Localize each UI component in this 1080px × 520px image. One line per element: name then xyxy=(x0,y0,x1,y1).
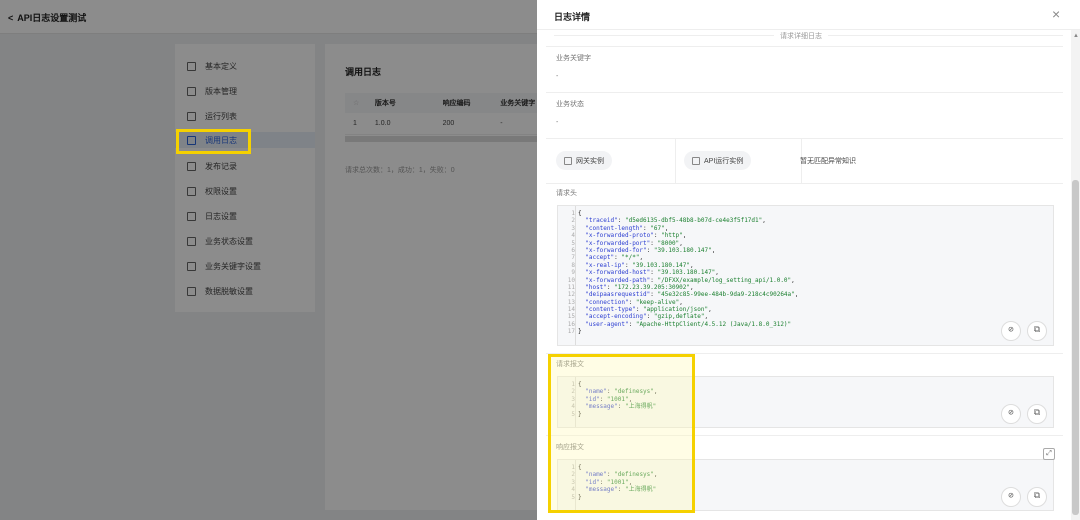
code-line: "accept": "*/*", xyxy=(585,254,644,262)
line-number: 13 xyxy=(567,298,575,306)
request-header-code[interactable]: 1 2 3 4 5 6 7 8 9 10 11 12 13 14 15 16 17 { "traceid": "… xyxy=(557,205,1054,346)
copy-icon[interactable]: ⧉ xyxy=(1027,404,1047,424)
code-line: "user-agent": "Apache-HttpClient/4.5.12 … xyxy=(585,320,792,328)
code-line: "x-forwarded-port": "8000", xyxy=(585,239,683,247)
copy-icon[interactable]: ⧉ xyxy=(1027,321,1047,341)
keyword-label: 业务关键字 xyxy=(556,55,591,62)
section-title: 请求详细日志 xyxy=(774,31,828,41)
divider xyxy=(675,138,676,183)
scrollbar-thumb[interactable] xyxy=(1072,180,1079,515)
highlight-frame xyxy=(176,129,251,154)
code-line: } xyxy=(578,328,582,336)
code-line: "connection": "keep-alive", xyxy=(585,298,683,306)
link-icon[interactable]: ⊘ xyxy=(1001,321,1021,341)
link-icon[interactable]: ⊘ xyxy=(1001,404,1021,424)
line-number: 1 xyxy=(571,210,575,217)
line-number: 17 xyxy=(567,328,575,336)
code-line: "host": "172.23.39.205:30902", xyxy=(585,283,694,291)
divider xyxy=(546,183,1063,184)
code-line: "x-forwarded-for": "39.103.180.147", xyxy=(585,246,716,254)
expand-icon[interactable]: ⤢ xyxy=(1043,448,1055,460)
line-number: 16 xyxy=(567,320,575,328)
copy-icon[interactable]: ⧉ xyxy=(1027,487,1047,507)
line-number: 14 xyxy=(567,306,575,314)
drawer-title: 日志详情 xyxy=(554,12,591,22)
line-number: 2 xyxy=(571,217,575,225)
divider xyxy=(546,92,1063,93)
line-number: 11 xyxy=(567,283,575,291)
line-number: 8 xyxy=(571,261,575,269)
scroll-up-icon[interactable]: ▲ xyxy=(1073,33,1079,39)
code-line: "content-length": "67", xyxy=(585,224,669,232)
line-number: 15 xyxy=(567,313,575,321)
chip-label: 网关实例 xyxy=(576,157,604,165)
divider xyxy=(546,46,1063,47)
code-line: "x-forwarded-path": "/DFXX/example/log_s… xyxy=(585,276,795,284)
status-value: - xyxy=(556,119,559,126)
code-line: "deipaasrequestid": "45e32c85-99ee-484b-… xyxy=(585,291,799,299)
gateway-icon xyxy=(564,156,572,165)
overlay-mask[interactable] xyxy=(0,0,537,520)
divider xyxy=(546,138,1063,139)
code-line: "accept-encoding": "gzip,deflate", xyxy=(585,313,709,321)
drawer-header: 日志详情 × xyxy=(537,0,1080,30)
code-line: "x-real-ip": "39.103.180.147", xyxy=(585,261,694,269)
code-line: "traceid": "d5ed6135-dbf5-48b8-b07d-ce4e… xyxy=(585,217,766,225)
code-lines: { "traceid": "d5ed6135-dbf5-48b8-b07d-ce… xyxy=(578,210,798,336)
line-number: 4 xyxy=(571,232,575,240)
line-number: 10 xyxy=(567,276,575,284)
code-line: { xyxy=(578,210,582,217)
no-match-text: 暂无匹配异常知识 xyxy=(800,158,856,165)
code-line: "x-forwarded-host": "39.103.180.147", xyxy=(585,269,719,277)
highlight-frame xyxy=(548,354,695,513)
gateway-instance-chip[interactable]: 网关实例 xyxy=(556,151,612,170)
line-number: 3 xyxy=(571,224,575,232)
request-header-label: 请求头 xyxy=(556,190,577,197)
close-icon[interactable]: × xyxy=(1052,7,1060,21)
line-number: 6 xyxy=(571,246,575,254)
status-label: 业务状态 xyxy=(556,101,584,108)
code-line: "x-forwarded-proto": "http", xyxy=(585,232,687,240)
line-number: 12 xyxy=(567,291,575,299)
line-number: 5 xyxy=(571,239,575,247)
link-icon[interactable]: ⊘ xyxy=(1001,487,1021,507)
code-line: "content-type": "application/json", xyxy=(585,306,712,314)
gutter-divider xyxy=(575,206,576,345)
runtime-instance-chip[interactable]: API运行实例 xyxy=(684,151,752,170)
keyword-value: - xyxy=(556,73,559,80)
line-numbers: 1 2 3 4 5 6 7 8 9 10 11 12 13 14 15 16 17 xyxy=(558,210,575,336)
line-number: 9 xyxy=(571,269,575,277)
runtime-icon xyxy=(692,156,700,165)
line-number: 7 xyxy=(571,254,575,262)
chip-label: API运行实例 xyxy=(704,157,744,165)
